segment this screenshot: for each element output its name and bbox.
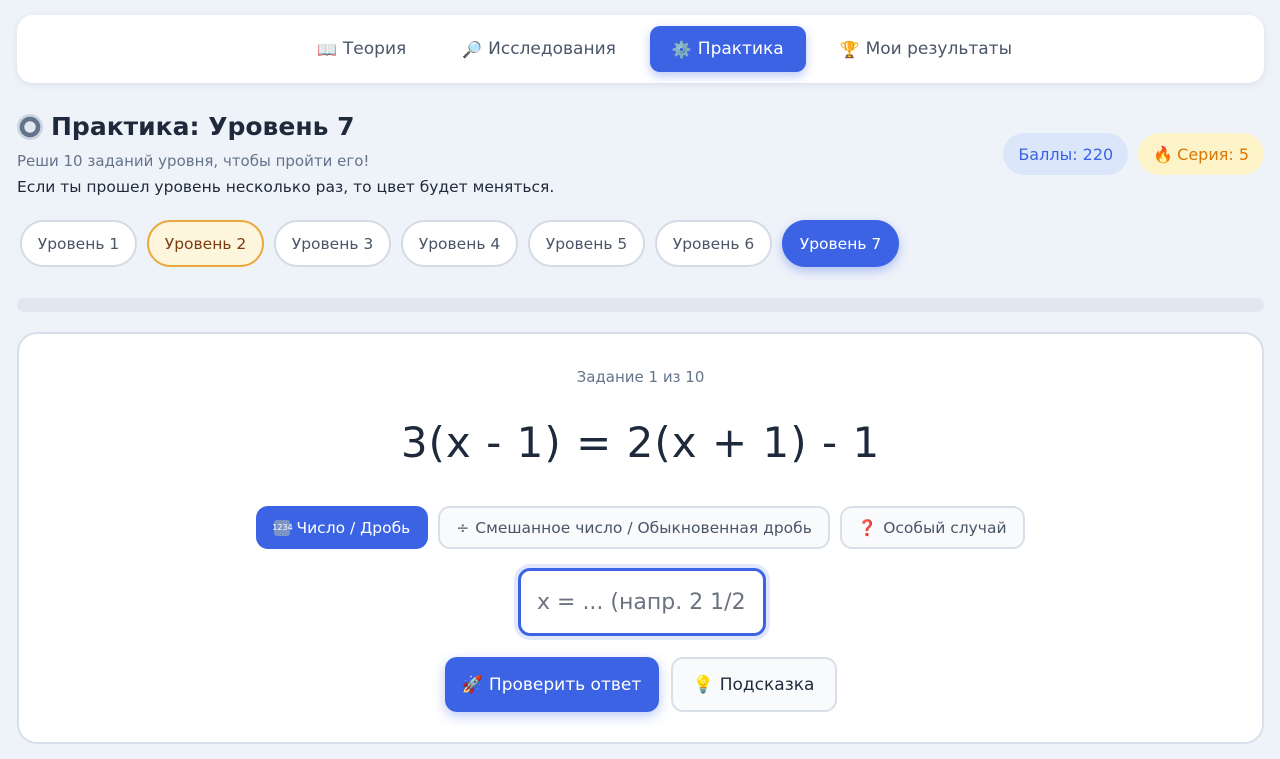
- level-pill-7[interactable]: Уровень 7: [782, 220, 899, 267]
- task-counter: Задание 1 из 10: [576, 368, 705, 386]
- stats-badges: Баллы: 220 🔥 Серия: 5: [1003, 133, 1264, 175]
- tab-practice[interactable]: ⚙️ Практика: [649, 26, 806, 72]
- gear-icon: ⚙️: [671, 39, 692, 59]
- page-note: Если ты прошел уровень несколько раз, то…: [17, 178, 555, 196]
- fire-icon: 🔥: [1153, 144, 1174, 164]
- task-equation: 3(x - 1) = 2(x + 1) - 1: [400, 418, 881, 467]
- mode-number-fraction-button[interactable]: 1234 Число / Дробь: [256, 506, 429, 549]
- mode-special-case-label: Особый случай: [883, 518, 1007, 537]
- question-icon: ❓: [857, 518, 878, 537]
- level-pill-2[interactable]: Уровень 2: [147, 220, 264, 267]
- tab-my-results[interactable]: 🏆 Мои результаты: [818, 26, 1034, 72]
- tab-research[interactable]: 🔎 Исследования: [440, 26, 638, 72]
- level-pill-5[interactable]: Уровень 5: [528, 220, 645, 267]
- magnifier-icon: 🔎: [462, 39, 483, 59]
- mode-special-case-button[interactable]: ❓ Особый случай: [839, 506, 1025, 549]
- level-pill-1[interactable]: Уровень 1: [20, 220, 137, 267]
- level-progress-bar: [17, 298, 1264, 312]
- hint-label: Подсказка: [719, 674, 815, 695]
- page-subtitle: Реши 10 заданий уровня, чтобы пройти его…: [17, 152, 370, 170]
- gear-icon: [17, 113, 43, 140]
- streak-label: Серия: 5: [1177, 144, 1249, 164]
- lightbulb-icon: 💡: [692, 674, 714, 695]
- divide-icon: ÷: [456, 518, 470, 537]
- mode-number-fraction-label: Число / Дробь: [296, 518, 411, 537]
- tab-my-results-label: Мои результаты: [865, 39, 1013, 59]
- level-pill-6[interactable]: Уровень 6: [655, 220, 772, 267]
- mode-mixed-fraction-button[interactable]: ÷ Смешанное число / Обыкновенная дробь: [438, 506, 830, 549]
- score-badge: Баллы: 220: [1003, 133, 1129, 175]
- tab-theory-label: Теория: [342, 39, 407, 59]
- level-pill-4[interactable]: Уровень 4: [401, 220, 518, 267]
- top-navigation: 📖 Теория 🔎 Исследования ⚙️ Практика 🏆 Мо…: [17, 15, 1264, 83]
- trophy-icon: 🏆: [839, 39, 860, 59]
- check-answer-button[interactable]: 🚀 Проверить ответ: [444, 657, 659, 712]
- app-root: 📖 Теория 🔎 Исследования ⚙️ Практика 🏆 Мо…: [0, 0, 1280, 759]
- level-pill-3[interactable]: Уровень 3: [274, 220, 391, 267]
- task-actions: 🚀 Проверить ответ 💡 Подсказка: [19, 657, 1262, 712]
- page-title-text: Практика: Уровень 7: [51, 112, 355, 141]
- numbers-icon: 1234: [272, 519, 293, 536]
- level-selector: Уровень 1 Уровень 2 Уровень 3 Уровень 4 …: [20, 220, 899, 267]
- tab-practice-label: Практика: [697, 39, 784, 59]
- answer-input[interactable]: [518, 568, 766, 636]
- task-card: Задание 1 из 10 3(x - 1) = 2(x + 1) - 1 …: [17, 332, 1264, 744]
- book-icon: 📖: [316, 39, 337, 59]
- answer-mode-selector: 1234 Число / Дробь ÷ Смешанное число / О…: [19, 506, 1262, 549]
- tab-theory[interactable]: 📖 Теория: [295, 26, 428, 72]
- check-answer-label: Проверить ответ: [488, 674, 642, 695]
- rocket-icon: 🚀: [461, 674, 483, 695]
- streak-badge: 🔥 Серия: 5: [1138, 133, 1264, 175]
- page-title: Практика: Уровень 7: [17, 112, 355, 141]
- hint-button[interactable]: 💡 Подсказка: [670, 657, 837, 712]
- mode-mixed-fraction-label: Смешанное число / Обыкновенная дробь: [475, 518, 812, 537]
- tab-research-label: Исследования: [488, 39, 616, 59]
